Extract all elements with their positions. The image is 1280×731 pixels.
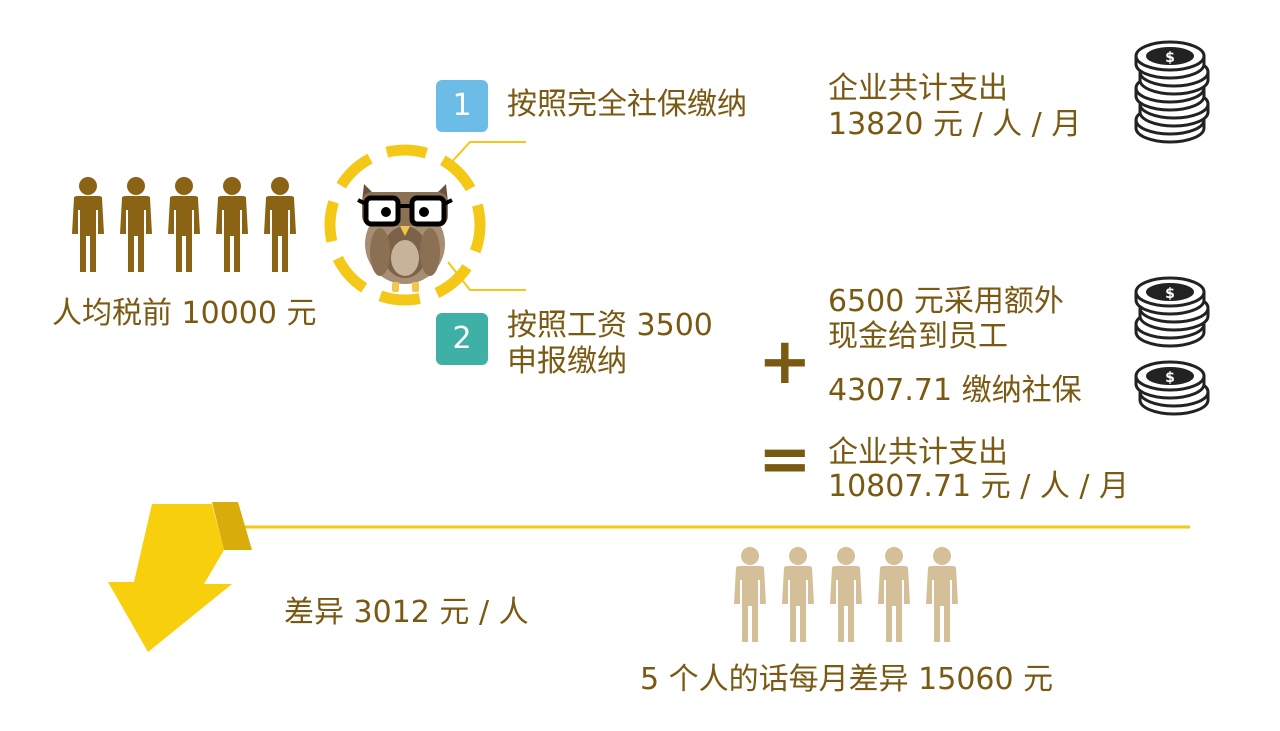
option2-result-line1: 企业共计支出 bbox=[828, 435, 1008, 470]
option2-label-line1: 按照工资 3500 bbox=[507, 308, 713, 343]
option1-badge: 1 bbox=[436, 80, 488, 132]
bottom-people-group bbox=[730, 546, 970, 646]
option1-label: 按照完全社保缴纳 bbox=[507, 87, 747, 122]
svg-text:$: $ bbox=[1165, 50, 1175, 66]
person-icon bbox=[782, 547, 814, 642]
cash-item-line1: 6500 元采用额外 bbox=[828, 284, 1064, 319]
person-icon bbox=[734, 547, 766, 642]
svg-text:$: $ bbox=[1165, 370, 1175, 386]
down-arrow-icon bbox=[108, 504, 232, 652]
left-people-group bbox=[68, 176, 308, 276]
person-icon bbox=[216, 177, 248, 272]
equals-sign: = bbox=[758, 423, 812, 497]
person-icon bbox=[168, 177, 200, 272]
person-icon bbox=[264, 177, 296, 272]
option2-label-line2: 申报缴纳 bbox=[507, 344, 627, 379]
person-icon bbox=[878, 547, 910, 642]
option1-result-line2: 13820 元 / 人 / 月 bbox=[828, 107, 1082, 142]
option1-result-line1: 企业共计支出 bbox=[828, 71, 1008, 106]
difference-arrow bbox=[108, 502, 1190, 652]
option2-badge: 2 bbox=[436, 313, 488, 365]
difference-per-person: 差异 3012 元 / 人 bbox=[284, 595, 529, 630]
svg-text:$: $ bbox=[1165, 286, 1175, 302]
owl-glasses-icon bbox=[357, 184, 453, 292]
person-icon bbox=[926, 547, 958, 642]
pre-tax-salary-label: 人均税前 10000 元 bbox=[52, 296, 317, 331]
plus-sign: + bbox=[758, 325, 812, 399]
monthly-total-difference: 5 个人的话每月差异 15060 元 bbox=[640, 662, 1054, 697]
person-icon bbox=[120, 177, 152, 272]
coin-stack-icon: $ bbox=[1134, 276, 1210, 354]
person-icon bbox=[72, 177, 104, 272]
social-security-item: 4307.71 缴纳社保 bbox=[828, 373, 1082, 408]
connector-lines bbox=[447, 141, 526, 291]
coin-stack-icon: $ bbox=[1134, 40, 1210, 150]
person-icon bbox=[830, 547, 862, 642]
coin-stack-icon: $ bbox=[1134, 360, 1210, 422]
cash-item-line2: 现金给到员工 bbox=[828, 319, 1008, 354]
